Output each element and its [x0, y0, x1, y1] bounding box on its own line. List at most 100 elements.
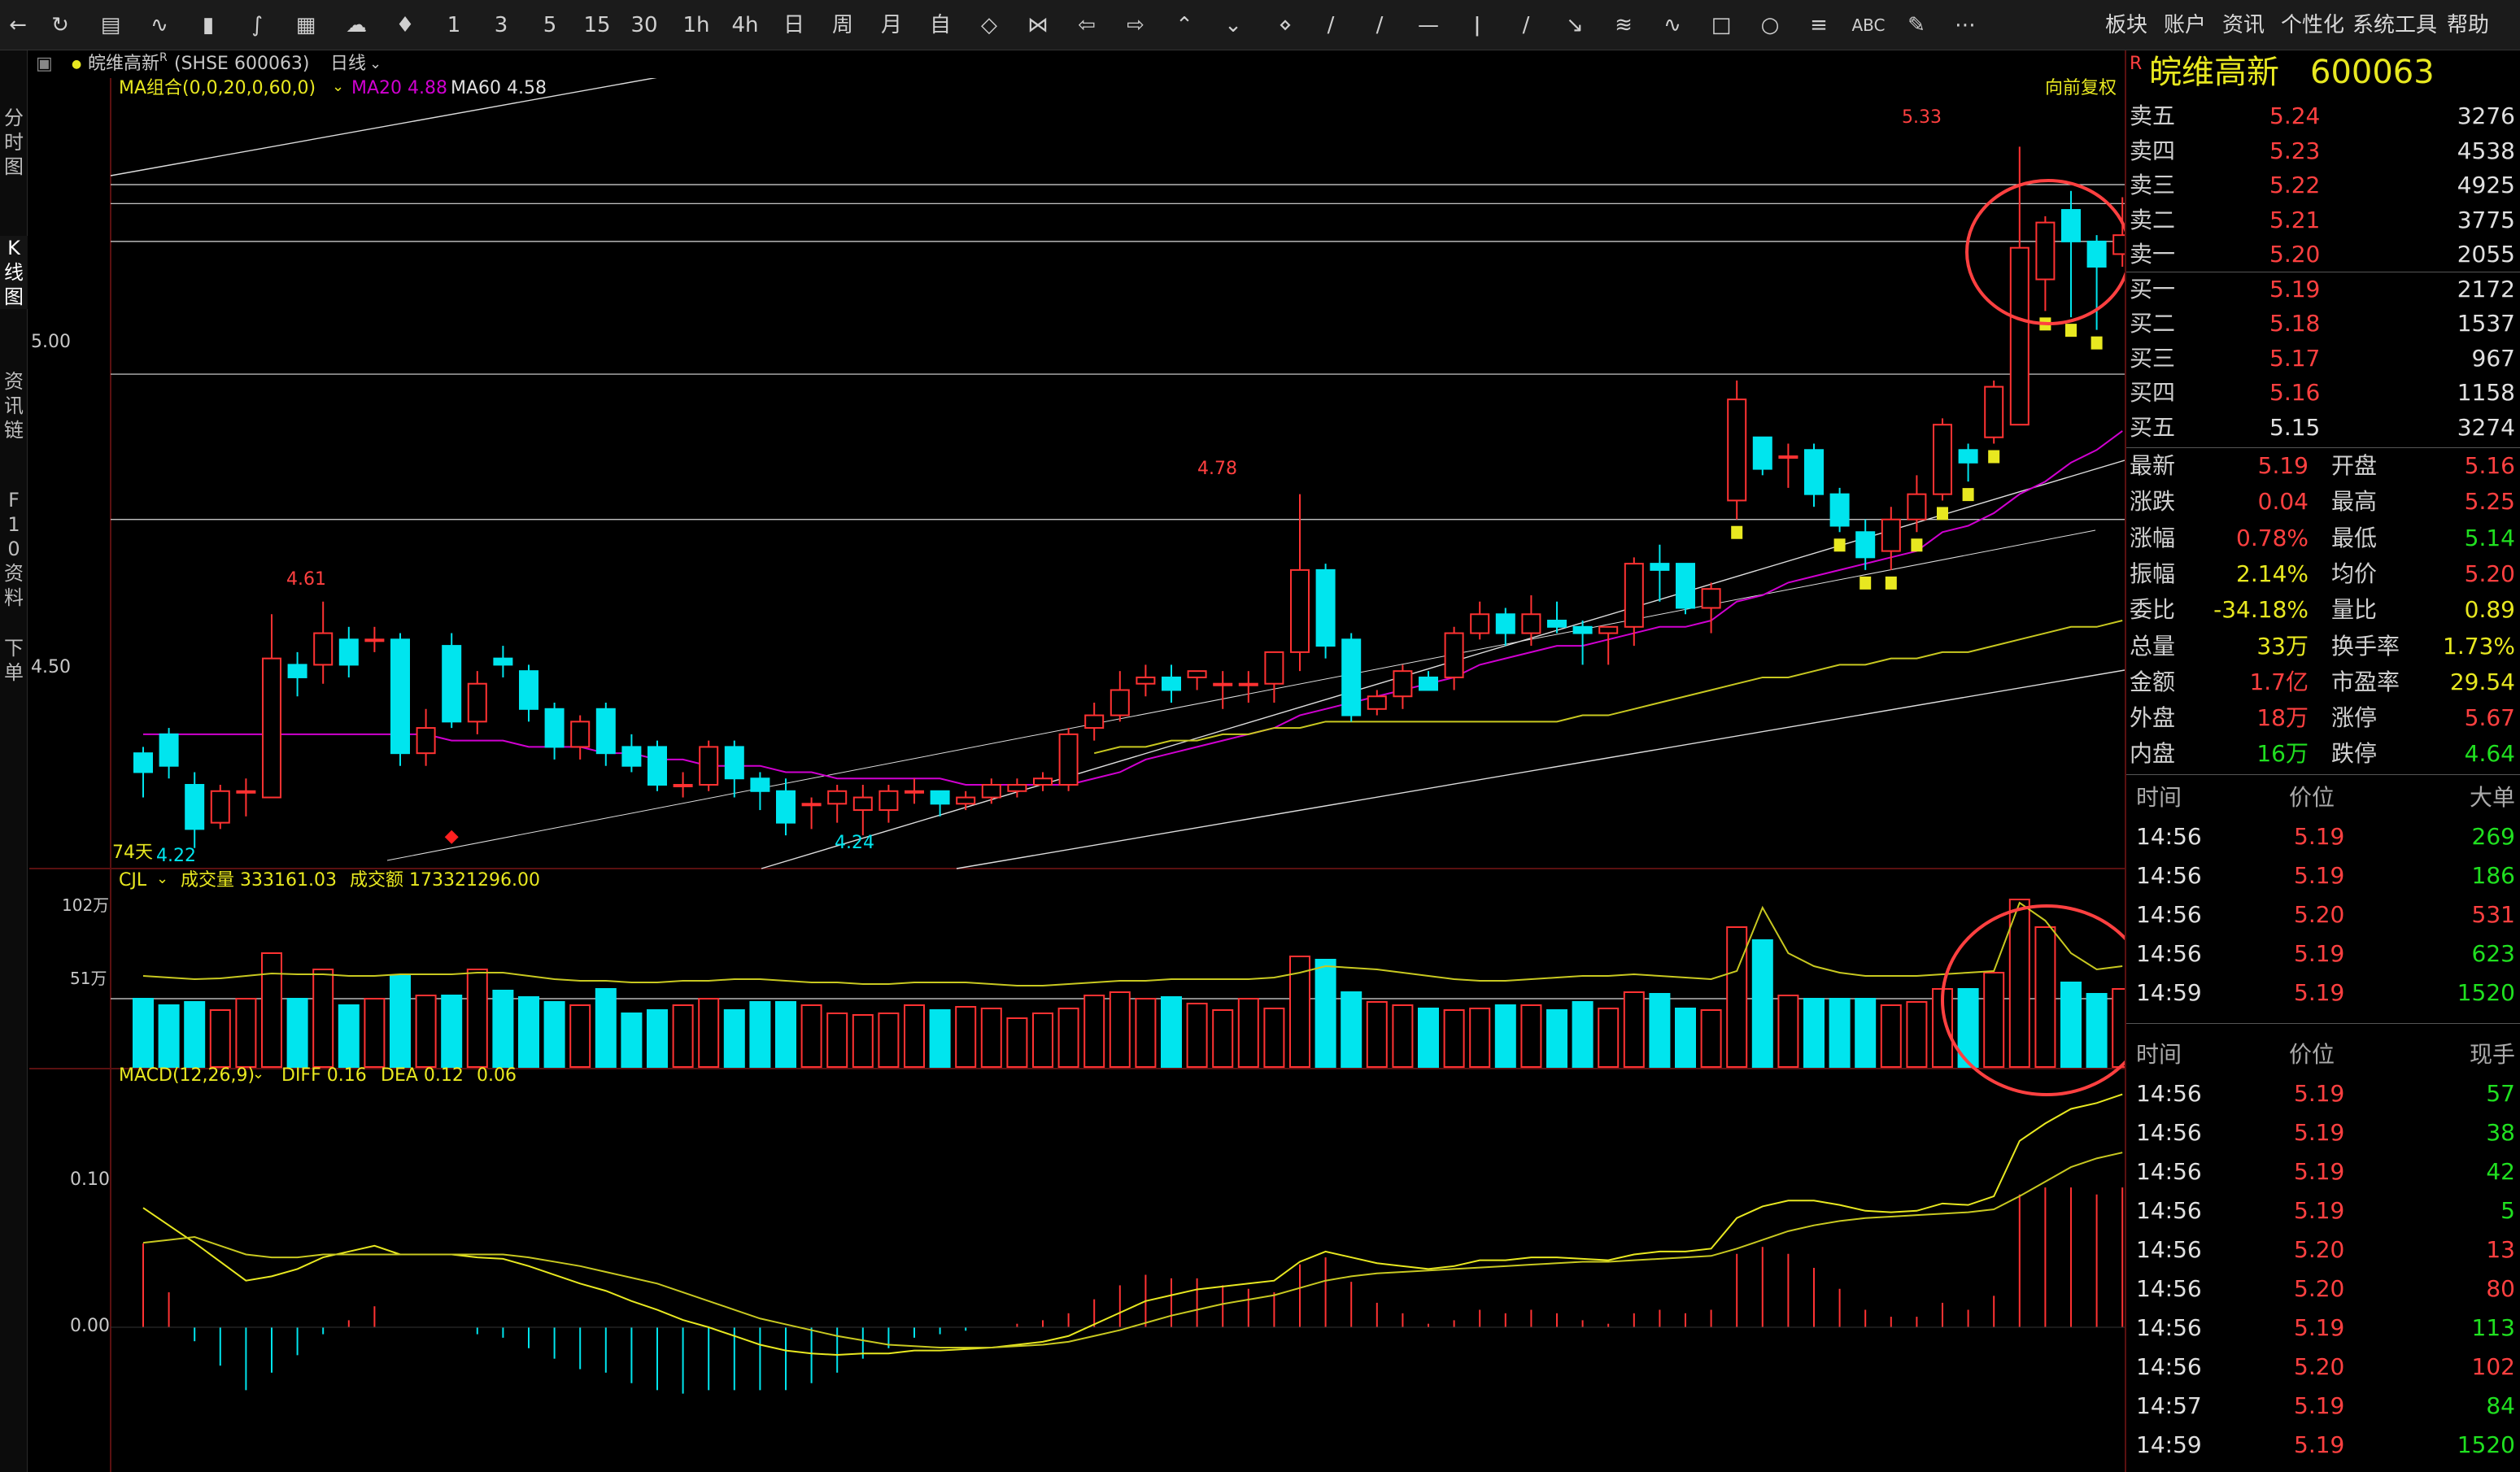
more-icon[interactable]: ⋯ [1949, 7, 1982, 44]
menu-item-4[interactable]: 系统工具 [2352, 7, 2437, 44]
circle-tool-icon[interactable]: ○ [1754, 7, 1786, 44]
big-order-row[interactable]: 14:56 5.19 269 [2126, 820, 2520, 854]
vline-tool-icon[interactable]: ǀ [1461, 7, 1493, 44]
side-tab-4[interactable]: 下单 [0, 636, 28, 685]
tick-row[interactable]: 14:56 5.19 38 [2126, 1116, 2520, 1150]
fib-tool-icon[interactable]: ≡ [1803, 7, 1835, 44]
ask-row[interactable]: 卖一 5.20 2055 [2126, 237, 2520, 272]
up-icon[interactable]: ⌃ [1168, 7, 1201, 44]
back-arrow-icon[interactable]: ← [3, 7, 33, 44]
vol-indicator-label[interactable]: CJL [119, 870, 146, 891]
text-tool-abc[interactable]: ABC [1846, 7, 1890, 44]
big-order-row[interactable]: 14:56 5.19 623 [2126, 937, 2520, 971]
candle-body [1058, 733, 1079, 786]
period-2[interactable]: 5 [529, 7, 571, 44]
zoom-out-icon[interactable]: ⋈ [1022, 7, 1054, 44]
ask-row[interactable]: 卖二 5.21 3775 [2126, 203, 2520, 237]
period-3[interactable]: 15 [576, 7, 618, 44]
chevron-down-icon[interactable]: ⌄ [156, 869, 168, 890]
side-tab-1[interactable]: K线图 [0, 236, 28, 309]
indicator-icon[interactable]: ∫ [242, 7, 272, 44]
menu-item-1[interactable]: 账户 [2164, 7, 2206, 44]
side-tab-2[interactable]: 资讯链 [0, 369, 28, 442]
tick-row[interactable]: 14:56 5.20 13 [2126, 1233, 2520, 1267]
ask-row[interactable]: 卖三 5.22 4925 [2126, 168, 2520, 203]
period-0[interactable]: 1 [433, 7, 475, 44]
period-8[interactable]: 周 [822, 7, 864, 44]
rect-tool-icon[interactable]: □ [1705, 7, 1737, 44]
row-time: 14:57 [2136, 1392, 2202, 1419]
col-time: 时间 [2136, 1041, 2182, 1068]
menu-item-2[interactable]: 资讯 [2222, 7, 2265, 44]
move-left-icon[interactable]: ⇦ [1070, 7, 1103, 44]
hline-tool-icon[interactable]: — [1412, 7, 1445, 44]
period-select[interactable]: 日线 [330, 50, 366, 78]
cloud-icon[interactable]: ☁ [342, 7, 371, 44]
macd-indicator-label[interactable]: MACD(12,26,9) [119, 1065, 255, 1087]
collapse-icon[interactable]: ▣ [36, 50, 53, 78]
chevron-down-icon[interactable]: ⌄ [369, 50, 381, 78]
trend-line [386, 529, 2096, 861]
ask-row[interactable]: 卖五 5.24 3276 [2126, 99, 2520, 133]
channel-tool-icon[interactable]: ≋ [1607, 7, 1640, 44]
grid-icon[interactable]: ▦ [291, 7, 320, 44]
bid-volume: 1537 [2457, 310, 2515, 337]
arrow-tool-icon[interactable]: ↘ [1559, 7, 1591, 44]
period-5[interactable]: 1h [675, 7, 717, 44]
list-icon[interactable]: ▤ [96, 7, 125, 44]
volume-bar [1314, 959, 1336, 1068]
bid-row[interactable]: 买一 5.19 2172 [2126, 272, 2520, 307]
col-price: 价位 [2289, 784, 2335, 811]
period-1[interactable]: 3 [480, 7, 522, 44]
ray-tool-icon[interactable]: ∕ [1363, 7, 1396, 44]
big-order-row[interactable]: 14:56 5.20 531 [2126, 898, 2520, 932]
refresh-icon[interactable]: ↻ [46, 7, 75, 44]
tick-row[interactable]: 14:56 5.20 80 [2126, 1272, 2520, 1306]
vol-tick-max: 102万 [62, 895, 110, 915]
candlestick-icon[interactable]: ▮ [194, 7, 223, 44]
tick-row[interactable]: 14:56 5.19 5 [2126, 1194, 2520, 1228]
volume-bar [364, 998, 386, 1068]
period-4[interactable]: 30 [623, 7, 665, 44]
eraser-icon[interactable]: ✎ [1900, 7, 1933, 44]
menu-item-0[interactable]: 板块 [2105, 7, 2147, 44]
down-icon[interactable]: ⌄ [1217, 7, 1249, 44]
period-6[interactable]: 4h [724, 7, 766, 44]
side-tab-3[interactable]: F10资料 [0, 488, 28, 610]
bell-icon[interactable]: ♦ [390, 7, 420, 44]
tick-row[interactable]: 14:59 5.19 1520 [2126, 1428, 2520, 1462]
crosshair-icon[interactable]: ⋄ [1266, 7, 1305, 44]
divider [2126, 774, 2520, 775]
bid-row[interactable]: 买二 5.18 1537 [2126, 307, 2520, 341]
big-order-row[interactable]: 14:56 5.19 186 [2126, 859, 2520, 893]
menu-item-3[interactable]: 个性化 [2281, 7, 2344, 44]
tick-row[interactable]: 14:57 5.19 84 [2126, 1389, 2520, 1423]
menu-item-5[interactable]: 帮助 [2447, 7, 2489, 44]
wave-tool-icon[interactable]: ∿ [1656, 7, 1689, 44]
chevron-down-icon[interactable]: ⌄ [252, 1064, 264, 1085]
bid-row[interactable]: 买三 5.17 967 [2126, 342, 2520, 376]
big-order-row[interactable]: 14:59 5.19 1520 [2126, 976, 2520, 1010]
tick-row[interactable]: 14:56 5.19 57 [2126, 1077, 2520, 1111]
period-10[interactable]: 自 [919, 7, 961, 44]
kline-chart[interactable]: MA组合(0,0,20,0,60,0) ⌄ MA20 4.88 MA60 4.5… [29, 78, 2125, 1472]
ask-row[interactable]: 卖四 5.23 4538 [2126, 134, 2520, 168]
tick-row[interactable]: 14:56 5.20 102 [2126, 1350, 2520, 1384]
move-right-icon[interactable]: ⇨ [1119, 7, 1152, 44]
chevron-down-icon[interactable]: ⌄ [332, 76, 344, 98]
period-9[interactable]: 月 [870, 7, 913, 44]
side-tab-0[interactable]: 分时图 [0, 106, 28, 179]
bid-row[interactable]: 买四 5.16 1158 [2126, 376, 2520, 410]
tick-row[interactable]: 14:56 5.19 113 [2126, 1311, 2520, 1345]
line-chart-icon[interactable]: ∿ [145, 7, 174, 44]
restore-button[interactable]: 向前复权 [2045, 78, 2117, 99]
segment-tool-icon[interactable]: ∕ [1510, 7, 1542, 44]
line-tool-icon[interactable]: ∕ [1314, 7, 1347, 44]
period-7[interactable]: 日 [773, 7, 815, 44]
volume-bar [595, 988, 617, 1068]
bid-row[interactable]: 买五 5.15 3274 [2126, 411, 2520, 445]
zoom-in-icon[interactable]: ◇ [973, 7, 1005, 44]
macd-diff: DIFF 0.16 [281, 1065, 367, 1086]
tick-row[interactable]: 14:56 5.19 42 [2126, 1155, 2520, 1189]
ma-group-label[interactable]: MA组合(0,0,20,0,60,0) [119, 78, 316, 99]
